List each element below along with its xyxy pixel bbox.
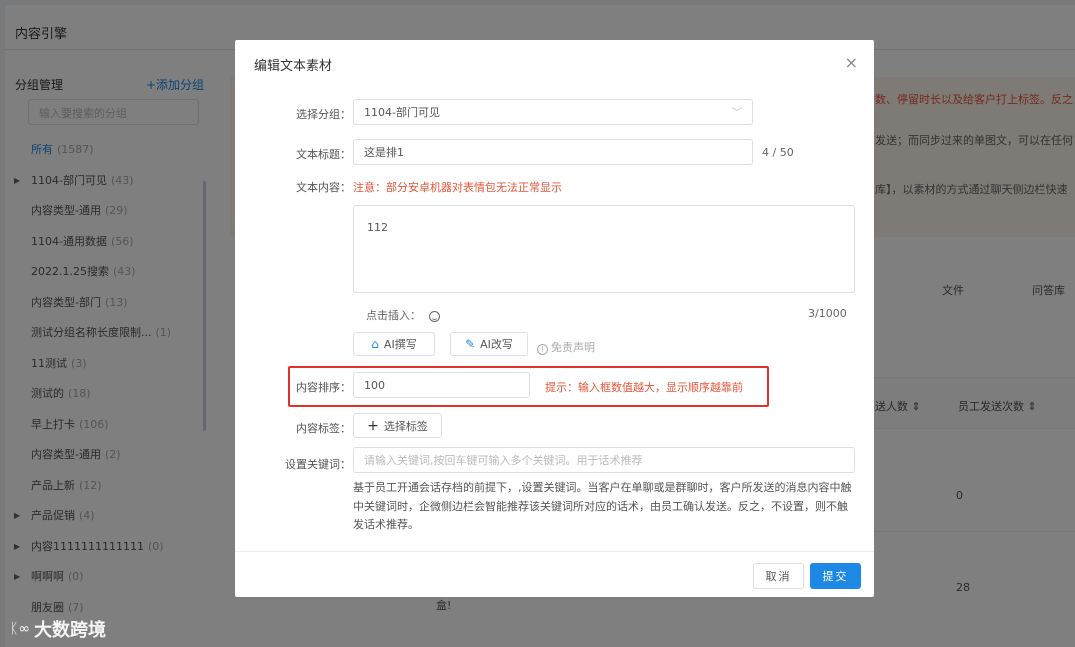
content-counter: 3/1000 xyxy=(808,307,847,320)
title-label: 文本标题： xyxy=(296,148,351,161)
content-warning: 注意：部分安卓机器对表情包无法正常显示 xyxy=(353,181,562,194)
sort-label: 内容排序： xyxy=(296,381,351,394)
sort-input[interactable]: 100 xyxy=(353,372,530,398)
title-input[interactable]: 这是排1 xyxy=(353,139,753,165)
content-label: 文本内容： xyxy=(296,181,351,194)
group-label: 选择分组： xyxy=(296,108,351,121)
keywords-label: 设置关键词： xyxy=(285,458,351,471)
select-tags-label: 选择标签 xyxy=(383,419,428,433)
disclaimer-link[interactable]: i 免责声明 xyxy=(537,339,595,355)
submit-button[interactable]: 提交 xyxy=(810,563,861,589)
edit-icon: ✎ xyxy=(465,337,476,351)
title-counter: 4 / 50 xyxy=(762,146,794,159)
edit-text-material-dialog: 编辑文本素材 × 选择分组： 1104-部门可见 ﹀ 文本标题： 这是排1 4 … xyxy=(235,40,874,597)
ai-write-button[interactable]: ⌂ AI撰写 xyxy=(353,332,435,356)
footer-divider xyxy=(235,551,874,552)
group-select[interactable]: 1104-部门可见 ﹀ xyxy=(353,99,753,125)
chevron-down-icon: ﹀ xyxy=(732,108,742,119)
close-icon[interactable]: × xyxy=(845,53,858,72)
watermark-text: 大数跨境 xyxy=(34,620,107,641)
watermark-logo-icon: ᛕ∞ xyxy=(10,621,31,637)
disclaimer-label: 免责声明 xyxy=(551,341,595,354)
plus-icon: + xyxy=(367,417,379,434)
sort-hint: 提示：输入框数值越大，显示顺序越靠前 xyxy=(545,381,743,394)
keywords-description: 基于员工开通会话存档的前提下，,设置关键词。当客户在单聊或是群聊时，客户所发送的… xyxy=(353,481,852,531)
keywords-input[interactable]: 请输入关键词,按回车键可输入多个关键词。用于话术推荐 xyxy=(353,447,855,473)
select-tags-button[interactable]: + 选择标签 xyxy=(353,413,442,438)
ai-rewrite-label: AI改写 xyxy=(480,338,513,351)
watermark: ᛕ∞ 大数跨境 xyxy=(10,616,106,642)
robot-icon: ⌂ xyxy=(371,337,379,351)
info-icon: i xyxy=(537,344,548,355)
insert-label: 点击插入： xyxy=(366,309,421,322)
insert-toolbar: 点击插入： xyxy=(366,307,440,323)
dialog-title: 编辑文本素材 xyxy=(254,59,333,74)
emoji-icon[interactable] xyxy=(428,310,440,322)
group-select-value: 1104-部门可见 xyxy=(364,106,440,119)
tags-label: 内容标签： xyxy=(296,422,351,435)
cancel-button[interactable]: 取消 xyxy=(753,563,804,589)
content-textarea[interactable]: 112 xyxy=(353,205,855,293)
ai-rewrite-button[interactable]: ✎ AI改写 xyxy=(450,332,528,356)
ai-write-label: AI撰写 xyxy=(383,338,417,351)
